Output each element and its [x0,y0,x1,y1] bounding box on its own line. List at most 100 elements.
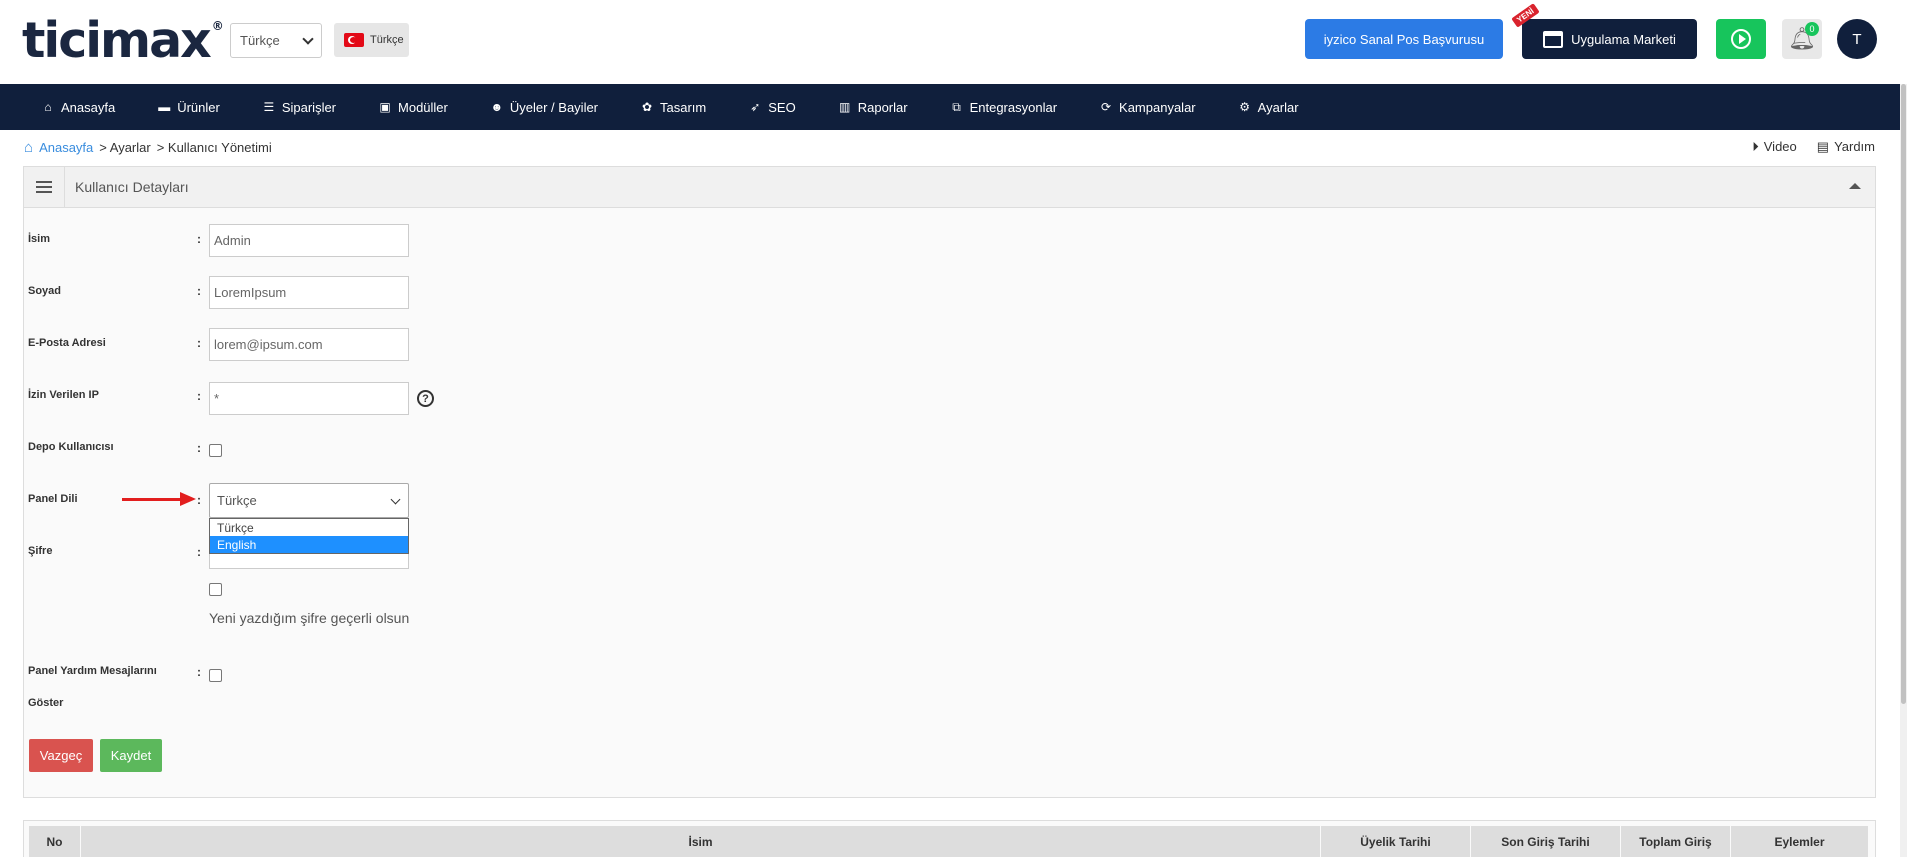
user-icon: ☻ [490,100,504,114]
top-header: ticimax ® Türkçe Türkçe iyzico Sanal Pos … [0,0,1907,84]
panel-language-dropdown: Türkçe English [209,518,409,554]
panel-header: Kullanıcı Detayları [24,167,1875,208]
surname-label: Soyad [28,285,62,297]
nav-item-raporlar[interactable]: ▥ Raporlar [838,100,908,115]
nav-item-moduller[interactable]: ▣ Modüller [378,100,448,115]
nav-item-tasarim[interactable]: ✿ Tasarım [640,100,706,115]
notification-count-badge: 0 [1805,22,1819,36]
nav-label: Modüller [398,99,448,115]
app-market-button[interactable]: Uygulama Marketi [1522,19,1697,59]
main-nav: ⌂ Anasayfa ▬ Ürünler ☰ Siparişler ▣ Modüller… [0,84,1900,130]
logo-mark: ® [211,19,224,33]
option-turkce[interactable]: Türkçe [210,519,408,536]
save-button[interactable]: Kaydet [100,739,162,772]
col-no[interactable]: No [29,826,81,857]
iyzico-application-button[interactable]: iyzico Sanal Pos Başvurusu [1305,19,1503,59]
nav-label: Ürünler [177,99,220,115]
breadcrumb: ⌂ Anasayfa > Ayarlar > Kullanıcı Yönetim… [24,139,272,156]
collapse-icon[interactable] [1849,183,1861,189]
user-avatar[interactable]: T [1837,19,1877,59]
nav-item-uyeler-bayiler[interactable]: ☻ Üyeler / Bayiler [490,100,598,115]
page-scrollbar[interactable] [1900,84,1907,857]
camera-icon: ▣ [379,100,391,114]
book-icon: ▤ [1816,139,1830,154]
home-icon: ⌂ [44,100,52,114]
home-icon[interactable]: ⌂ [24,139,33,156]
help-link[interactable]: ▤ Yardım [1817,139,1875,155]
col-name[interactable]: İsim [81,826,1321,857]
chart-icon: ▥ [839,100,851,114]
panel-language-select[interactable]: Türkçe [209,483,409,518]
nav-label: Kampanyalar [1119,99,1196,115]
col-total-logins[interactable]: Toplam Giriş [1621,826,1731,857]
help-messages-checkbox[interactable] [209,669,222,682]
nav-label: Raporlar [857,99,908,115]
nav-item-anasayfa[interactable]: ⌂ Anasayfa [41,100,115,115]
nav-label: Siparişler [281,99,337,115]
play-circle-icon: ⏵ [1752,139,1759,154]
iyzico-button-label: iyzico Sanal Pos Başvurusu [1323,31,1485,47]
warehouse-user-checkbox[interactable] [209,444,222,457]
language-select[interactable]: Türkçe [230,23,322,58]
nav-label: SEO [768,99,796,115]
turkey-flag-icon [344,33,364,47]
rocket-icon: ➶ [750,100,761,114]
email-input[interactable]: lorem@ipsum.com [209,328,409,361]
video-link[interactable]: ⏵ Video [1752,139,1797,155]
palette-icon: ✿ [641,100,653,114]
nav-item-seo[interactable]: ➶ SEO [748,99,796,115]
video-link-label: Video [1763,139,1797,154]
colon: : [197,665,201,679]
option-english[interactable]: English [210,536,408,553]
breadcrumb-ayarlar[interactable]: > Ayarlar [99,140,150,155]
video-button[interactable] [1716,19,1766,59]
nav-label: Tasarım [660,99,707,115]
surname-input[interactable]: LoremIpsum [209,276,409,309]
col-membership-date[interactable]: Üyelik Tarihi [1321,826,1471,857]
breadcrumb-home[interactable]: Anasayfa [39,140,93,155]
annotation-arrow [122,498,182,501]
ticimax-logo[interactable]: ticimax ® [22,12,224,69]
help-messages-label: Panel Yardım Mesajlarını [28,665,157,677]
panel-language-value: Türkçe [217,493,257,508]
allowed-ip-input[interactable]: * [209,382,409,415]
nav-label: Üyeler / Bayiler [509,99,599,115]
warehouse-user-label: Depo Kullanıcısı [28,441,114,453]
chevron-down-icon [302,33,314,45]
question-circle-icon[interactable]: ? [417,390,434,407]
nav-item-siparisler[interactable]: ☰ Siparişler [262,100,336,115]
help-messages-label-2: Göster [28,697,64,709]
page-help-links: ⏵ Video ▤ Yardım [1752,139,1875,155]
cancel-button[interactable]: Vazgeç [29,739,93,772]
breadcrumb-current: > Kullanıcı Yönetimi [156,140,272,155]
name-input[interactable]: Admin [209,224,409,257]
colon: : [197,284,201,298]
colon: : [197,493,201,507]
password-valid-checkbox[interactable] [209,583,222,596]
colon: : [197,545,201,559]
nav-item-ayarlar[interactable]: ⚙ Ayarlar [1238,100,1298,115]
annotation-arrow-head [180,492,196,506]
store-icon [1543,30,1564,48]
nav-label: Anasayfa [61,99,116,115]
nav-item-kampanyalar[interactable]: ⟳ Kampanyalar [1099,100,1196,115]
colon: : [197,336,201,350]
help-link-label: Yardım [1834,139,1875,154]
list-icon: ☰ [263,100,275,114]
language-flag-button[interactable]: Türkçe [334,23,409,57]
colon: : [197,441,201,455]
name-label: İsim [28,233,51,245]
clone-icon: ⧉ [952,99,961,114]
play-icon [1731,29,1751,49]
chevron-down-icon [390,494,401,505]
hamburger-icon[interactable] [24,167,65,207]
refresh-icon: ⟳ [1101,100,1112,114]
col-last-login[interactable]: Son Giriş Tarihi [1471,826,1621,857]
panel-language-label: Panel Dili [28,493,78,505]
nav-item-entegrasyonlar[interactable]: ⧉ Entegrasyonlar [950,100,1057,115]
scrollbar-thumb[interactable] [1901,84,1906,704]
panel-title: Kullanıcı Detayları [75,179,189,195]
folder-icon: ▬ [158,100,171,114]
col-actions[interactable]: Eylemler [1731,826,1869,857]
nav-item-urunler[interactable]: ▬ Ürünler [157,100,220,115]
